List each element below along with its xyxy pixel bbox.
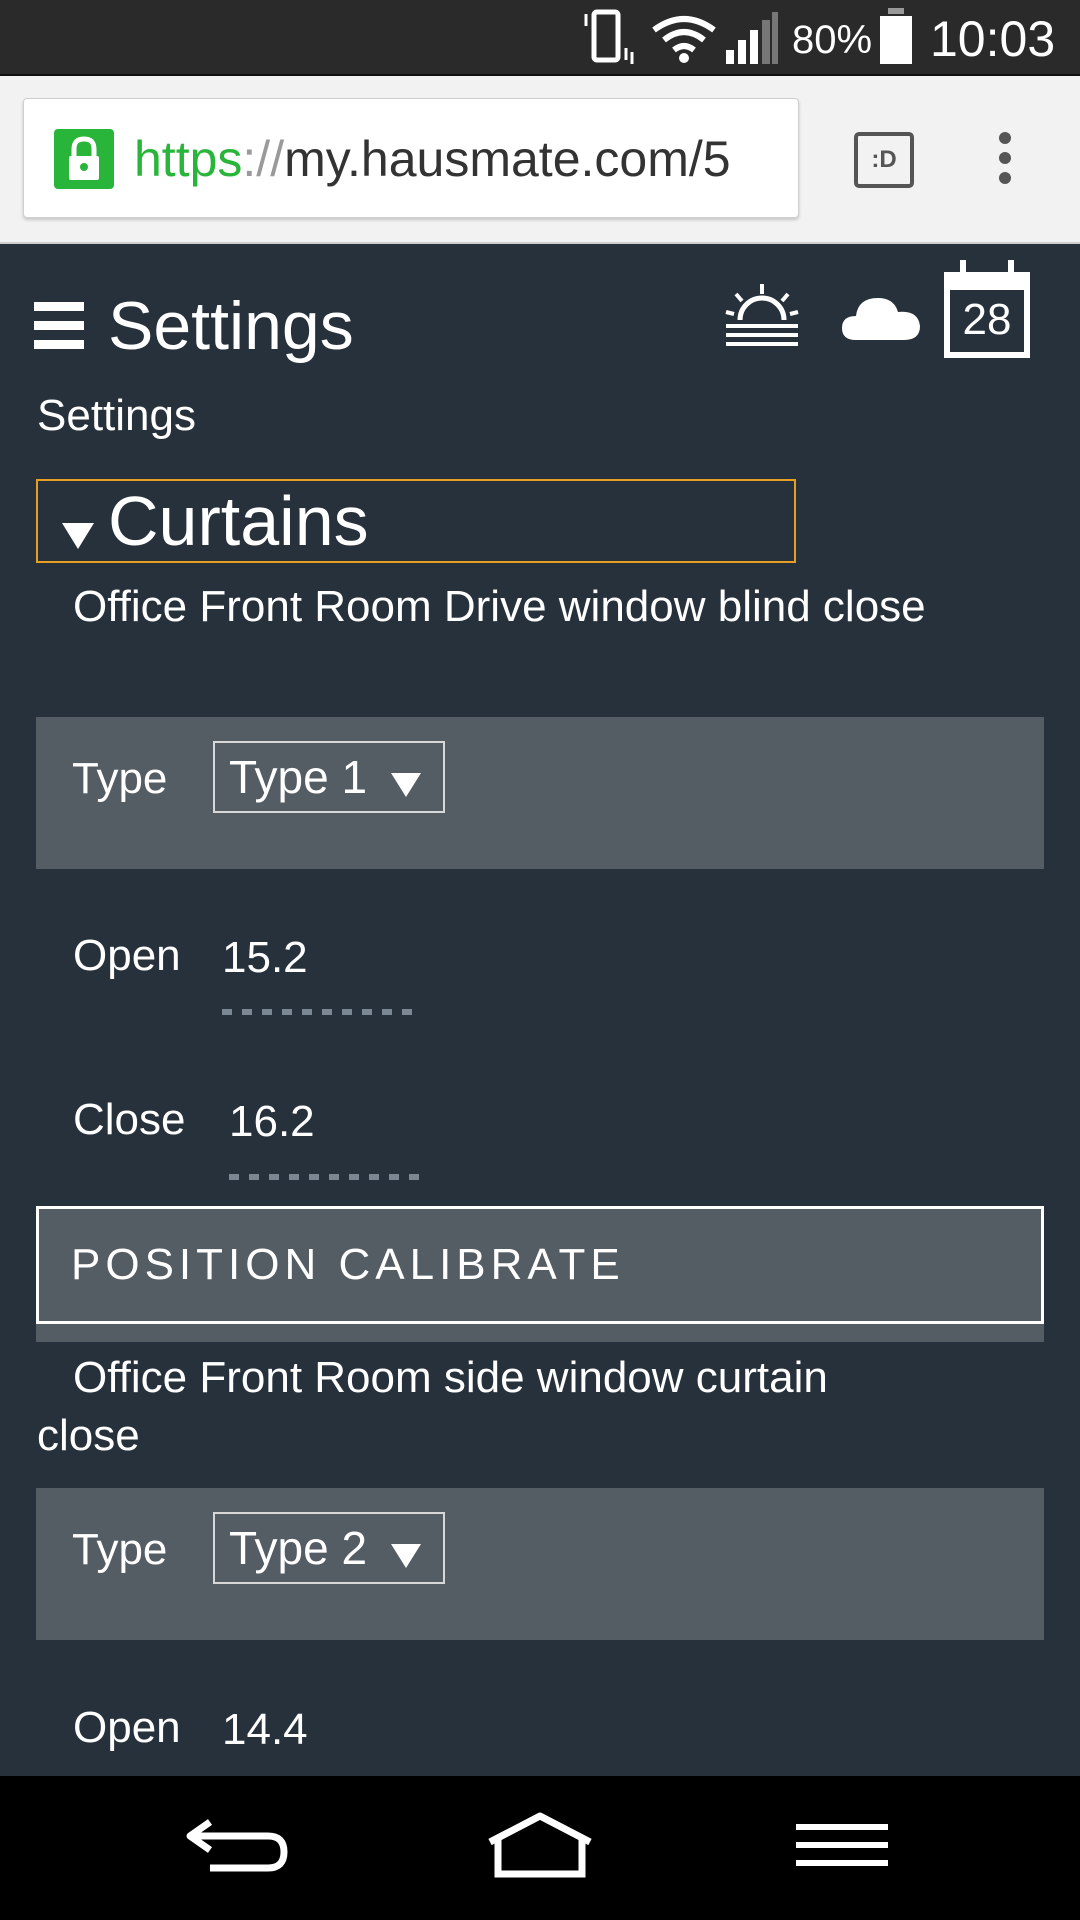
status-bar: 80% 10:03 bbox=[0, 0, 1080, 76]
type-label: Type bbox=[72, 1525, 168, 1574]
open-value-underline bbox=[222, 1009, 422, 1015]
cloud-icon[interactable] bbox=[840, 288, 922, 344]
close-value-input[interactable]: 16.2 bbox=[229, 1094, 315, 1150]
open-value-input[interactable]: 15.2 bbox=[222, 930, 308, 986]
dropdown-caret-icon bbox=[391, 1544, 421, 1568]
back-icon[interactable] bbox=[180, 1806, 290, 1890]
url-text[interactable]: https://my.hausmate.com/5 bbox=[134, 129, 731, 189]
home-icon[interactable] bbox=[484, 1806, 596, 1890]
url-scheme: https bbox=[134, 131, 243, 187]
device-name: Office Front Room Drive window blind clo… bbox=[73, 582, 926, 631]
url-host: my.hausmate.com/5 bbox=[284, 131, 731, 187]
calendar-day: 28 bbox=[962, 295, 1012, 344]
type-label: Type bbox=[72, 754, 168, 803]
system-nav-bar bbox=[0, 1776, 1080, 1920]
url-bar[interactable]: https://my.hausmate.com/5 bbox=[23, 98, 799, 218]
type-select[interactable]: Type 2 bbox=[213, 1512, 445, 1584]
type-select[interactable]: Type 1 bbox=[213, 741, 445, 813]
section-title: Curtains bbox=[108, 482, 369, 560]
type-panel: Type Type 2 bbox=[36, 1488, 1044, 1640]
position-calibrate-button[interactable]: POSITION CALIBRATE bbox=[36, 1206, 1044, 1324]
page-title: Settings bbox=[108, 288, 354, 364]
recent-apps-icon[interactable] bbox=[794, 1806, 890, 1890]
sunrise-icon[interactable] bbox=[722, 282, 802, 354]
close-value-underline bbox=[229, 1174, 429, 1180]
wifi-icon bbox=[652, 16, 716, 63]
open-value-input[interactable]: 14.4 bbox=[222, 1702, 308, 1758]
clock: 10:03 bbox=[930, 11, 1056, 67]
vibrate-icon bbox=[584, 9, 634, 64]
lock-icon bbox=[54, 129, 114, 189]
type-select-value: Type 1 bbox=[229, 751, 368, 803]
button-base bbox=[36, 1324, 1044, 1342]
close-label: Close bbox=[73, 1095, 186, 1144]
type-select-value: Type 2 bbox=[229, 1522, 368, 1574]
device-name: Office Front Room side window curtain cl… bbox=[37, 1353, 828, 1460]
breadcrumb: Settings bbox=[37, 391, 196, 440]
expand-arrow-icon bbox=[62, 523, 94, 549]
type-panel: Type Type 1 bbox=[36, 717, 1044, 869]
url-separator: :// bbox=[242, 131, 285, 187]
browser-toolbar: https://my.hausmate.com/5 :D bbox=[0, 76, 1080, 244]
curtains-section-header[interactable]: Curtains bbox=[36, 479, 796, 563]
signal-icon bbox=[726, 12, 778, 64]
calendar-icon[interactable]: 28 bbox=[944, 260, 1030, 358]
open-label: Open bbox=[73, 1703, 181, 1752]
open-label: Open bbox=[73, 931, 181, 980]
battery-percent: 80% bbox=[792, 18, 873, 62]
overflow-menu-icon[interactable] bbox=[990, 132, 1020, 188]
battery-icon bbox=[880, 8, 912, 64]
menu-icon[interactable] bbox=[34, 302, 84, 350]
dropdown-caret-icon bbox=[391, 773, 421, 797]
tab-switcher-icon[interactable]: :D bbox=[854, 132, 914, 188]
